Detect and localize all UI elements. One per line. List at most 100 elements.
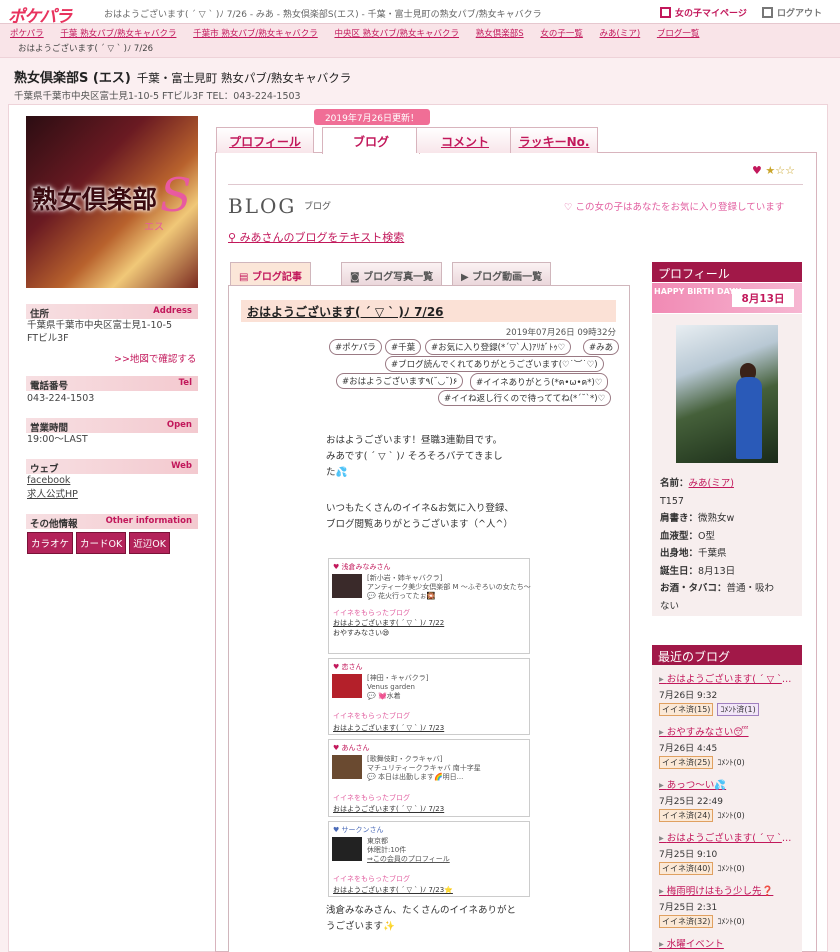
subtab-blog-photos[interactable]: ◙ ブログ写真一覧	[341, 262, 443, 286]
breadcrumb: ポケパラ 千葉 熟女パブ/熟女キャバクラ 千葉市 熟女パブ/熟女キャバクラ 中央…	[0, 24, 840, 58]
shop-logo-es: エス	[144, 222, 164, 233]
hashtag[interactable]: #イイね返し行くので待っててね(*´˘`*)♡	[438, 390, 612, 406]
like-badge[interactable]: イイネ済(32)	[659, 915, 714, 928]
comment-badge: ｺﾒﾝﾄ(0)	[717, 758, 745, 767]
liker-card[interactable]: ♥ サークンさん 東京都 休眠計:10件 ⇒この会員のプロフィール イイネをもらった…	[328, 821, 530, 897]
liker-avatar	[332, 755, 362, 779]
breadcrumb-item[interactable]: ブログ一覧	[657, 29, 700, 39]
shop-logo-image[interactable]: 熟女倶楽部 S エス	[26, 116, 198, 288]
breadcrumb-item[interactable]: ポケパラ	[10, 29, 44, 39]
liker-avatar	[332, 574, 362, 598]
subtab-blog-articles[interactable]: ▤ ブログ記事	[230, 262, 311, 286]
shop-name-text: 熟女倶楽部S (エス)	[14, 71, 131, 86]
hashtag[interactable]: #おはようございます٩(˘◡˘)۶	[336, 373, 464, 389]
facebook-link[interactable]: facebook	[27, 474, 70, 487]
liker-name: ♥ あんさん	[333, 744, 370, 752]
breadcrumb-item[interactable]: 女の子一覧	[540, 29, 583, 39]
breadcrumb-item[interactable]: 熟女倶楽部S	[476, 29, 524, 39]
recent-blog-item[interactable]: 梅雨明けはもう少し先❓ 7月25日 2:31 イイネ済(32)ｺﾒﾝﾄ(0)	[659, 883, 799, 928]
hashtag[interactable]: #ポケパラ	[329, 339, 382, 355]
profile-value: 微熟女w	[698, 513, 735, 524]
post-body-line: た💦	[326, 467, 348, 478]
profile-photo[interactable]	[676, 325, 778, 463]
liker-desc: [歌舞伎町・クラキャバ] マチュリティークラキャバ 南十字星 💬 本日は出勤します🌈…	[367, 755, 481, 781]
map-link[interactable]: >>地図で確認する	[114, 351, 196, 365]
liked-post-link[interactable]: おはようございます( ´ ▽ ` )ﾉ 7/22	[333, 618, 444, 628]
hashtag[interactable]: #千葉	[385, 339, 422, 355]
recruit-link[interactable]: 求人公式HP	[27, 488, 78, 501]
post-body-line: うございます✨	[326, 921, 395, 932]
star-rating: ★☆☆	[765, 164, 795, 177]
address-line-2: FTビル3F	[27, 333, 69, 344]
recent-blog-item[interactable]: おはようございます( ´ ▽ ` )ﾉ 7/26 7月26日 9:32 イイネ済(1…	[659, 671, 799, 716]
breadcrumb-item[interactable]: 千葉市 熟女パブ/熟女キャバクラ	[193, 29, 318, 39]
logout-label: ログアウト	[777, 9, 823, 19]
address-value: 千葉県千葉市中央区富士見1-10-5 FTビル3F	[27, 319, 172, 345]
comment-badge[interactable]: ｺﾒﾝﾄ済(1)	[717, 703, 759, 716]
tab-profile[interactable]: プロフィール	[216, 127, 314, 153]
liked-post-link[interactable]: おはようございます( ´ ▽ ` )ﾉ 7/23⭐	[333, 885, 453, 895]
recent-blog-item[interactable]: 水曜イベント	[659, 936, 799, 950]
favorite-note-text: この女の子はあなたをお気に入り登録しています	[575, 202, 785, 213]
recent-blog-item[interactable]: おやすみなさい😴 7月26日 4:45 イイネ済(25)ｺﾒﾝﾄ(0)	[659, 724, 799, 769]
liker-card[interactable]: ♥ 浅倉みなみさん [新小岩・姉キャバクラ] アンティーク美少女倶楽部 M ～ふぞ…	[328, 558, 531, 654]
liker-name: ♥ サークンさん	[333, 826, 384, 834]
other-info-heading: その他情報 Other information	[26, 514, 198, 530]
tab-blog[interactable]: ブログ	[322, 127, 420, 154]
address-heading: 住所 Address	[26, 304, 198, 320]
like-badge[interactable]: イイネ済(25)	[659, 756, 714, 769]
like-badge[interactable]: イイネ済(15)	[659, 703, 714, 716]
recent-blog-title[interactable]: 梅雨明けはもう少し先❓	[659, 883, 793, 897]
recent-blog-title[interactable]: おはようございます( ´ ▽ ` )ﾉ 7/26	[659, 671, 793, 685]
post-title[interactable]: おはようございます( ´ ▽ ` )ﾉ 7/26	[241, 300, 616, 322]
hashtag[interactable]: #お気に入り登録(*´▽`人)ｱﾘｶﾞﾄｩ♡	[425, 339, 572, 355]
recent-blog-date: 7月25日 2:31	[659, 903, 718, 913]
recent-blog-title[interactable]: あっつ〜い💦	[659, 777, 793, 791]
my-page-link[interactable]: 女の子マイページ	[660, 6, 747, 19]
shop-genre: 千葉・富士見町 熟女パブ/熟女キャバクラ	[136, 71, 352, 85]
search-icon: ⚲	[228, 231, 240, 244]
recent-blog-item[interactable]: おはようございます( ´ ▽ ` )ﾉ 7/25 7月25日 9:10 イイネ済(4…	[659, 830, 799, 875]
post-body-line: いつもたくさんのイイネ&お気に入り登録、	[326, 503, 514, 514]
recent-blog-title[interactable]: 水曜イベント	[659, 936, 793, 950]
liker-avatar	[332, 837, 362, 861]
rating: ♥ ★☆☆	[752, 164, 795, 177]
shop-name: 熟女倶楽部S (エス) 千葉・富士見町 熟女パブ/熟女キャバクラ	[14, 67, 351, 86]
hashtag[interactable]: #イイネありがとう(*ฅ•ω•ฅ*)♡	[470, 373, 609, 391]
address-label-en: Address	[153, 306, 192, 316]
logout-link[interactable]: ログアウト	[762, 6, 822, 19]
like-badge[interactable]: イイネ済(40)	[659, 862, 714, 875]
profile-name-link[interactable]: みあ(ミア)	[689, 478, 734, 489]
breadcrumb-item[interactable]: みあ(ミア)	[600, 29, 641, 39]
tab-lucky-number[interactable]: ラッキーNo.	[510, 127, 598, 153]
blog-search-link[interactable]: ⚲ みあさんのブログをテキスト検索	[228, 229, 404, 245]
recent-blog-item[interactable]: あっつ〜い💦 7月25日 22:49 イイネ済(24)ｺﾒﾝﾄ(0)	[659, 777, 799, 822]
like-badge[interactable]: イイネ済(24)	[659, 809, 714, 822]
profile-value: O型	[698, 530, 715, 542]
breadcrumb-item[interactable]: 中央区 熟女パブ/熟女キャバクラ	[334, 29, 459, 39]
subtab-label: ブログ写真一覧	[363, 272, 434, 283]
login-icon	[660, 7, 671, 18]
subtab-label: ブログ動画一覧	[472, 272, 543, 283]
liked-post-link[interactable]: おやすみなさい😪	[333, 628, 389, 638]
other-info-label-en: Other information	[105, 516, 192, 526]
tab-comment[interactable]: コメント	[416, 127, 514, 153]
tel-value: 043-224-1503	[27, 393, 95, 404]
breadcrumb-item[interactable]: 千葉 熟女パブ/熟女キャバクラ	[60, 29, 176, 39]
heart-icon: ♥	[752, 164, 762, 177]
liker-card[interactable]: ♥ 恋さん [神田・キャバクラ] Venus garden 💬 💓水着 イイネをもら…	[328, 658, 530, 735]
hashtag[interactable]: #みあ	[583, 339, 620, 355]
tel-label: 電話番号	[30, 381, 69, 392]
profile-value: 8月13日	[698, 565, 736, 577]
post-body-line: みあです( ´ ▽ ` )ﾉ そろそろバテてきまし	[326, 451, 503, 462]
subtab-blog-videos[interactable]: ▶ ブログ動画一覧	[452, 262, 552, 286]
liked-post-link[interactable]: おはようございます( ´ ▽ ` )ﾉ 7/23	[333, 804, 444, 814]
recent-blog-date: 7月26日 4:45	[659, 744, 718, 754]
hashtag[interactable]: #ブログ読んでくれてありがとうございます(♡˙︶˙♡)	[385, 356, 604, 372]
liked-post-link[interactable]: おはようございます( ´ ▽ ` )ﾉ 7/23	[333, 723, 444, 733]
recent-blog-title[interactable]: おはようございます( ´ ▽ ` )ﾉ 7/25	[659, 830, 793, 844]
liker-card[interactable]: ♥ あんさん [歌舞伎町・クラキャバ] マチュリティークラキャバ 南十字星 💬 本日…	[328, 739, 530, 817]
tag-nearby-ok: 近辺OK	[129, 532, 170, 554]
recent-blog-title[interactable]: おやすみなさい😴	[659, 724, 793, 738]
shop-logo-text: 熟女倶楽部	[32, 185, 158, 214]
